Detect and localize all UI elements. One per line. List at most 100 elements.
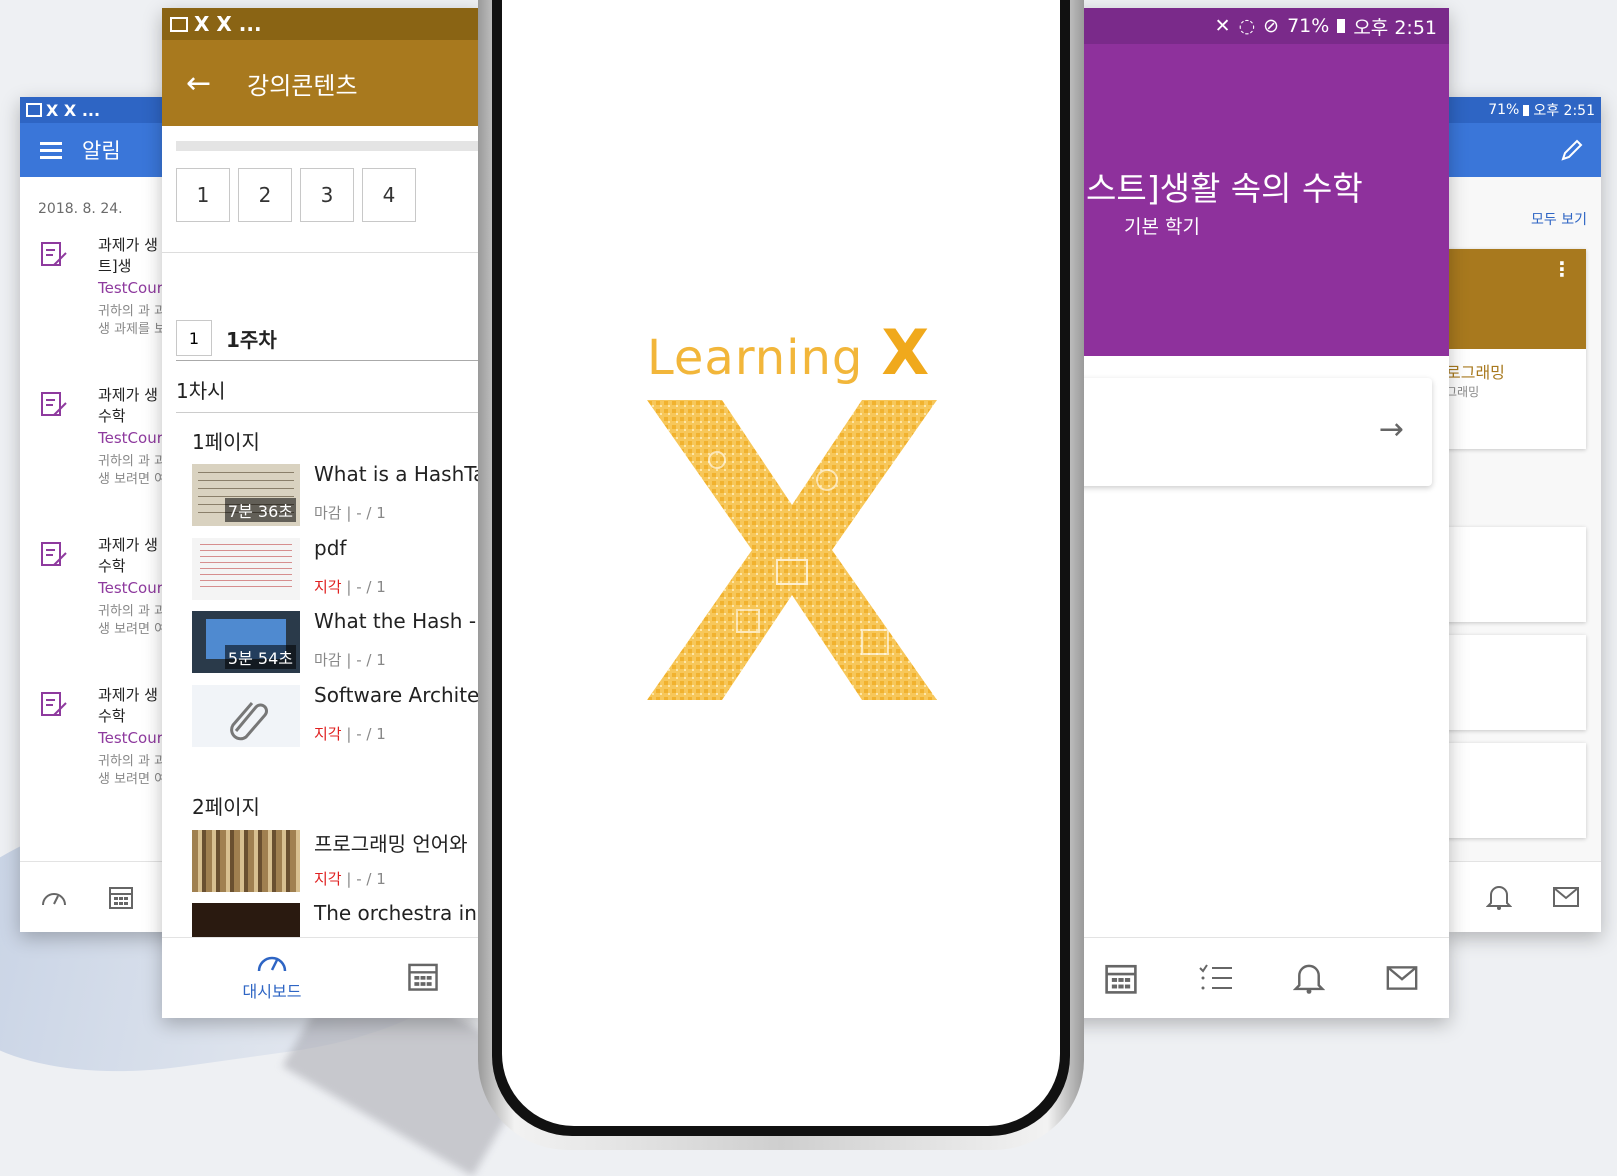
bottom-navigation: 대시보드 [162, 937, 482, 1018]
video-thumbnail: 7분 36초 [192, 464, 300, 526]
video-duration: 7분 36초 [224, 498, 296, 522]
calendar-icon[interactable] [108, 884, 134, 910]
notification-item[interactable]: 과제가 생 속의 수학 TestCour 귀하의 과 과제가 생 보려면 여 [20, 373, 180, 523]
list-card[interactable] [1446, 743, 1586, 838]
app-bar: 알림 [20, 123, 180, 177]
item-meta: 지각 | - / 1 [314, 723, 386, 744]
page-section-label: 2페이지 [192, 795, 260, 819]
item-title: 프로그래밍 언어와 [314, 832, 468, 856]
page-button-3[interactable]: 3 [300, 168, 354, 222]
status-bar: X X ... [20, 97, 180, 123]
battery-percent: 71% [1488, 102, 1520, 118]
bottom-navigation [1446, 861, 1601, 932]
brand-text: Learning [647, 330, 864, 386]
notification-date: 2018. 8. 24. [38, 201, 123, 217]
content-item[interactable]: 7분 36초 What is a HashTa 마감 | - / 1 [192, 462, 482, 528]
course-link-card[interactable]: → [1048, 378, 1432, 486]
video-duration: 5분 54초 [224, 645, 296, 669]
bell-icon[interactable] [1293, 961, 1326, 995]
item-title: What the Hash - [314, 609, 477, 633]
image-icon [26, 103, 42, 117]
content-item[interactable]: 5분 54초 What the Hash - 마감 | - / 1 [192, 609, 482, 675]
battery-icon [1337, 19, 1346, 33]
dashboard-icon[interactable] [40, 886, 68, 908]
app-bar [1446, 123, 1601, 177]
paperclip-icon [230, 702, 268, 741]
week-number: 1 [176, 320, 212, 356]
bottom-navigation [1034, 937, 1449, 1018]
todo-list-icon[interactable] [1198, 963, 1234, 993]
app-bar: ← 강의콘텐츠 [162, 40, 482, 126]
content-item[interactable]: 프로그래밍 언어와 지각 | - / 1 [192, 830, 482, 894]
battery-icon [1523, 104, 1530, 116]
item-progress: | - / 1 [341, 504, 386, 522]
status-app-title: X X ... [46, 100, 101, 120]
page-button-2[interactable]: 2 [238, 168, 292, 222]
mail-icon[interactable] [1385, 965, 1419, 991]
list-card[interactable] [1446, 527, 1586, 622]
course-card[interactable]: ⋮ 로그래밍 그래밍 [1446, 249, 1586, 449]
more-vert-icon[interactable]: ⋮ [1552, 257, 1572, 281]
item-status: 지각 [314, 578, 342, 596]
notifications-screen: X X ... 알림 2018. 8. 24. 과제가 생 테스트]생 Test… [20, 97, 180, 932]
page-button-1[interactable]: 1 [176, 168, 230, 222]
battery-percent: 71% [1287, 15, 1330, 37]
course-screen: ✕ ◌ ⊘ 71% 오후 2:51 스트]생활 속의 수학 기본 학기 → [1034, 8, 1449, 1018]
page-section-label: 1페이지 [192, 430, 260, 454]
status-bar: 71% 오후 2:51 [1446, 97, 1601, 123]
menu-icon[interactable] [40, 138, 62, 163]
video-thumbnail: 5분 54초 [192, 611, 300, 673]
item-status: 지각 [314, 725, 342, 743]
tab-dashboard-label: 대시보드 [242, 982, 302, 1001]
progress-bar [176, 141, 482, 151]
notification-item[interactable]: 과제가 생 테스트]생 TestCour 귀하의 과 과제가 생 과제를 보 [20, 223, 180, 373]
course-header: 스트]생활 속의 수학 기본 학기 [1034, 44, 1449, 356]
item-meta: 마감 | - / 1 [314, 502, 386, 523]
calendar-icon[interactable] [407, 960, 439, 992]
splash-screen: Learning X [502, 0, 1060, 1126]
phone-frame: Learning X [478, 0, 1084, 1150]
phone-bezel: Learning X [492, 0, 1070, 1136]
notification-item[interactable]: 과제가 생 속의 수학 TestCour 귀하의 과 과제가 생 보려면 여 [20, 673, 180, 823]
item-title: pdf [314, 536, 347, 560]
bottom-navigation [20, 861, 180, 932]
notification-course: TestCour [98, 279, 163, 297]
course-card-title: 로그래밍 [1446, 363, 1505, 382]
brand-logo: Learning X [647, 316, 930, 389]
page-button-4[interactable]: 4 [362, 168, 416, 222]
assignment-icon [41, 692, 67, 716]
image-icon [170, 16, 188, 32]
status-time: 오후 2:51 [1533, 103, 1595, 119]
status-bar: X X ... [162, 8, 482, 40]
see-all-link[interactable]: 모두 보기 [1531, 209, 1587, 229]
bell-icon[interactable] [1486, 883, 1512, 911]
arrow-right-icon: → [1378, 412, 1404, 447]
block-icon: ⊘ [1263, 15, 1280, 37]
item-title: What is a HashTa [314, 462, 482, 486]
item-title: Software Archite [314, 683, 480, 707]
tab-dashboard[interactable]: 대시보드 [232, 948, 312, 1002]
item-status: 지각 [314, 870, 342, 888]
edit-pencil-icon[interactable] [1559, 137, 1585, 163]
session-label: 1차시 [176, 379, 226, 403]
content-item[interactable]: Software Archite 지각 | - / 1 [192, 683, 482, 749]
lecture-contents-screen: X X ... ← 강의콘텐츠 1 2 3 4 1 1주차 1차시 1페이지 7… [162, 8, 482, 1018]
list-card[interactable] [1446, 635, 1586, 730]
assignment-icon [41, 392, 67, 416]
content-item[interactable]: pdf 지각 | - / 1 [192, 536, 482, 602]
item-progress: | - / 1 [341, 725, 386, 743]
notification-course: TestCour [98, 729, 163, 747]
back-arrow-icon[interactable]: ← [186, 66, 211, 101]
calendar-icon[interactable] [1104, 961, 1138, 995]
course-card-header: ⋮ [1446, 249, 1586, 349]
notification-item[interactable]: 과제가 생 속의 수학 TestCour 귀하의 과 과제가 생 보려면 여 [20, 523, 180, 673]
week-header[interactable]: 1 1주차 [176, 320, 277, 356]
mute-icon: ✕ [1214, 15, 1231, 37]
notification-course: TestCour [98, 429, 163, 447]
item-progress: | - / 1 [341, 651, 386, 669]
page-title: 강의콘텐츠 [247, 71, 358, 100]
status-time: 오후 2:51 [1353, 16, 1437, 39]
mail-icon[interactable] [1552, 886, 1580, 908]
item-progress: | - / 1 [341, 578, 386, 596]
page-selector: 1 2 3 4 [176, 168, 416, 222]
